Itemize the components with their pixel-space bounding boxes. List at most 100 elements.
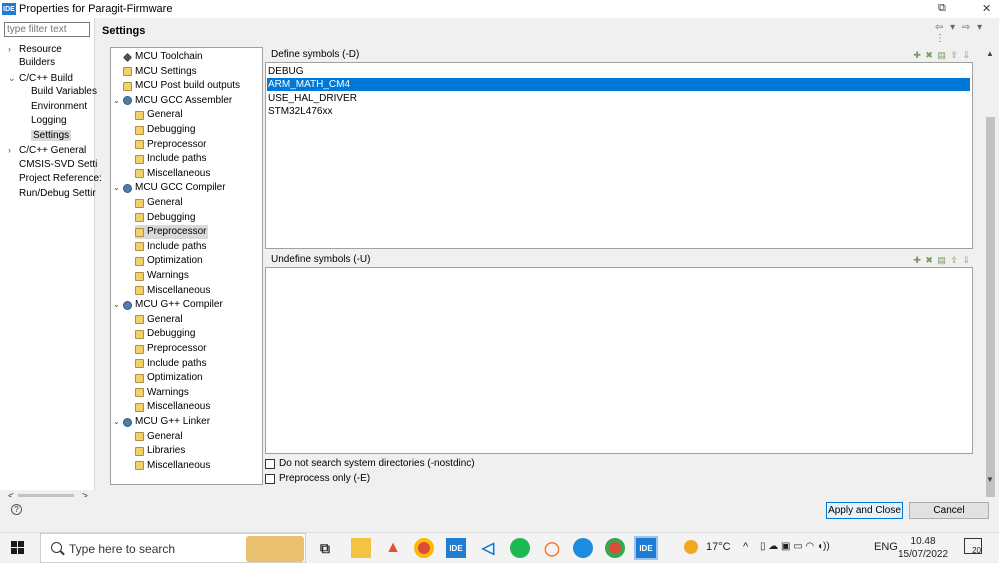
matlab-icon[interactable]: ▲: [383, 538, 403, 558]
nav-item-logging[interactable]: Logging: [31, 114, 67, 128]
define-symbol-item[interactable]: USE_HAL_DRIVER: [267, 92, 970, 105]
apply-and-close-button[interactable]: Apply and Close: [826, 502, 903, 519]
tool-item-miscellaneous[interactable]: Miscellaneous: [135, 284, 210, 298]
nav-item-project-reference-[interactable]: Project Reference:: [19, 172, 102, 186]
edge-icon[interactable]: [573, 538, 593, 558]
chrome-profile-icon[interactable]: [605, 538, 625, 558]
option-folder-icon: [135, 271, 144, 281]
show-hidden-icons[interactable]: ^: [743, 541, 748, 553]
tool-item-mcu-gcc-compiler[interactable]: ⌄ MCU GCC Compiler: [113, 181, 226, 195]
windows-start-icon[interactable]: [11, 541, 25, 555]
define-symbol-item[interactable]: ARM_MATH_CM4: [267, 78, 970, 92]
tool-item-label: Miscellaneous: [147, 284, 211, 296]
tool-item-mcu-g-compiler[interactable]: ⌄ MCU G++ Compiler: [113, 298, 223, 312]
tool-item-preprocessor[interactable]: Preprocessor: [135, 225, 209, 240]
option-folder-icon: [135, 213, 144, 223]
undefine-symbols-panel: Undefine symbols (-U) ✚ ✖ ▤ ⇧ ⇩: [265, 252, 973, 454]
close-window-button[interactable]: ✕: [982, 2, 991, 15]
preprocess-option[interactable]: Preprocess only (-E): [265, 473, 370, 484]
taskbar-clock[interactable]: 10.48 15/07/2022: [898, 535, 948, 561]
define-symbol-item[interactable]: STM32L476xx: [267, 105, 970, 118]
tray-system-icons[interactable]: ▯ ☁ ▣ ▭ ◠ ◖)): [760, 541, 830, 552]
restore-window-button[interactable]: ⧉: [938, 2, 946, 15]
option-folder-icon: [135, 359, 144, 369]
taskbar-search-box[interactable]: Type here to search: [40, 533, 306, 563]
tool-item-general[interactable]: General: [135, 313, 183, 327]
tool-item-include-paths[interactable]: Include paths: [135, 152, 207, 166]
tool-item-preprocessor[interactable]: Preprocessor: [135, 342, 206, 356]
expand-chevron-icon[interactable]: ⌄: [113, 94, 123, 108]
nav-item-build-variables[interactable]: Build Variables: [31, 85, 97, 99]
undefine-symbols-title: Undefine symbols (-U): [271, 254, 371, 265]
nav-item-run-debug-settir[interactable]: Run/Debug Settir: [19, 187, 96, 201]
file-explorer-icon[interactable]: [351, 538, 371, 558]
tool-item-mcu-gcc-assembler[interactable]: ⌄ MCU GCC Assembler: [113, 94, 232, 108]
undefine-toolbar-icons[interactable]: ✚ ✖ ▤ ⇧ ⇩: [913, 255, 971, 266]
chrome-icon[interactable]: [414, 538, 434, 558]
notifications-icon[interactable]: 20: [964, 538, 982, 555]
tool-item-general[interactable]: General: [135, 108, 183, 122]
dialog-button-bar: ? Apply and Close Cancel: [0, 497, 999, 525]
settings-vertical-scrollbar[interactable]: ▲ ▼: [984, 47, 997, 497]
define-symbol-item[interactable]: DEBUG: [267, 65, 970, 78]
tool-item-miscellaneous[interactable]: Miscellaneous: [135, 167, 210, 181]
jupyter-icon[interactable]: ◯: [542, 538, 562, 558]
tool-item-mcu-toolchain[interactable]: MCU Toolchain: [123, 50, 203, 64]
weather-temp[interactable]: 17°C: [706, 541, 731, 553]
tool-item-mcu-g-linker[interactable]: ⌄ MCU G++ Linker: [113, 415, 210, 429]
expand-chevron-icon[interactable]: ⌄: [113, 298, 123, 312]
spotify-icon[interactable]: [510, 538, 530, 558]
expand-chevron-icon[interactable]: ›: [8, 143, 19, 157]
scroll-down-icon[interactable]: ▼: [986, 475, 994, 484]
vertical-scroll-thumb[interactable]: [986, 117, 995, 497]
define-toolbar-icons[interactable]: ✚ ✖ ▤ ⇧ ⇩: [913, 50, 971, 61]
nav-item-label: Builders: [19, 57, 56, 68]
nav-item-settings[interactable]: Settings: [31, 129, 72, 143]
tool-item-libraries[interactable]: Libraries: [135, 444, 185, 458]
tool-item-debugging[interactable]: Debugging: [135, 123, 195, 137]
nostdinc-checkbox[interactable]: [265, 458, 275, 469]
tool-item-general[interactable]: General: [135, 430, 183, 444]
help-icon[interactable]: ?: [11, 504, 22, 515]
scroll-up-icon[interactable]: ▲: [986, 49, 994, 58]
tool-item-mcu-post-build-outputs[interactable]: MCU Post build outputs: [123, 79, 240, 93]
preprocess-checkbox[interactable]: [265, 473, 275, 484]
language-indicator[interactable]: ENG: [874, 541, 898, 553]
nav-item-cmsis-svd-setti[interactable]: CMSIS-SVD Setti: [19, 158, 97, 172]
tool-item-include-paths[interactable]: Include paths: [135, 357, 207, 371]
tool-item-debugging[interactable]: Debugging: [135, 211, 195, 225]
tool-item-warnings[interactable]: Warnings: [135, 269, 189, 283]
nav-item-environment[interactable]: Environment: [31, 100, 87, 114]
option-folder-icon: [135, 256, 144, 266]
tool-item-miscellaneous[interactable]: Miscellaneous: [135, 400, 210, 414]
cancel-button[interactable]: Cancel: [909, 502, 989, 519]
tool-item-optimization[interactable]: Optimization: [135, 254, 203, 268]
tool-item-label: MCU GCC Assembler: [135, 94, 233, 106]
nav-item-builders[interactable]: Builders: [19, 56, 55, 70]
option-folder-icon: [123, 81, 132, 91]
history-nav-icons[interactable]: ⇦ ▾ ⇨ ▾ ⋮: [935, 22, 999, 44]
ide-active-taskbar-icon[interactable]: IDE: [634, 536, 658, 560]
tool-item-mcu-settings[interactable]: MCU Settings: [123, 65, 197, 79]
undefine-symbols-list[interactable]: [265, 267, 973, 454]
weather-icon[interactable]: [684, 540, 698, 554]
tool-item-debugging[interactable]: Debugging: [135, 327, 195, 341]
nav-item-c-c-general[interactable]: › C/C++ General: [8, 143, 86, 157]
expand-chevron-icon[interactable]: ›: [8, 42, 19, 56]
filter-input[interactable]: [4, 22, 90, 37]
tool-item-miscellaneous[interactable]: Miscellaneous: [135, 459, 210, 473]
tool-item-general[interactable]: General: [135, 196, 183, 210]
tool-item-include-paths[interactable]: Include paths: [135, 240, 207, 254]
task-view-icon[interactable]: ⧉: [315, 538, 335, 558]
expand-chevron-icon[interactable]: ⌄: [113, 181, 123, 195]
expand-chevron-icon[interactable]: ⌄: [8, 71, 19, 85]
tool-item-optimization[interactable]: Optimization: [135, 371, 203, 385]
tool-item-preprocessor[interactable]: Preprocessor: [135, 138, 206, 152]
nav-item-c-c-build[interactable]: ⌄ C/C++ Build: [8, 71, 73, 85]
expand-chevron-icon[interactable]: ⌄: [113, 415, 123, 429]
tool-item-warnings[interactable]: Warnings: [135, 386, 189, 400]
vscode-icon[interactable]: ◁: [478, 538, 498, 558]
nostdinc-option[interactable]: Do not search system directories (-nostd…: [265, 458, 475, 469]
nav-item-resource[interactable]: › Resource: [8, 42, 62, 56]
ide-taskbar-icon[interactable]: IDE: [446, 538, 466, 558]
